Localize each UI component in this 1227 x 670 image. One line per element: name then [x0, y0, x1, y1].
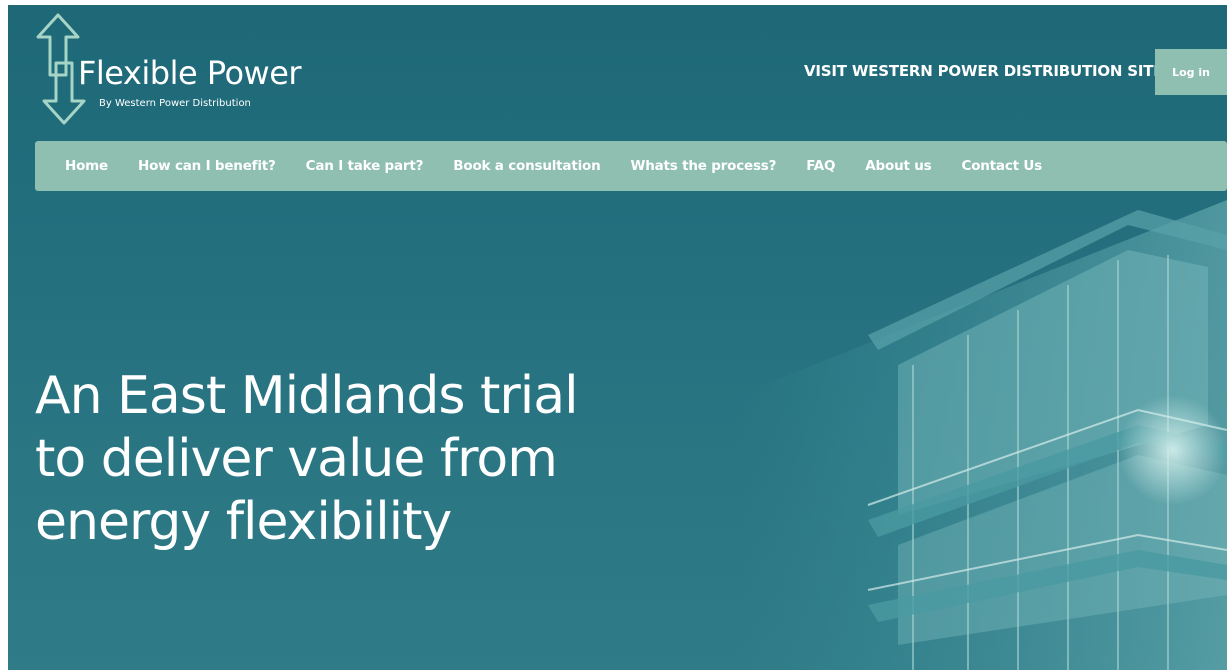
page: Flexible Power By Western Power Distribu…: [8, 5, 1227, 670]
nav-item-home[interactable]: Home: [65, 158, 108, 174]
nav-item-can-i-take-part[interactable]: Can I take part?: [306, 158, 424, 174]
hero-heading: An East Midlands trial to deliver value …: [35, 365, 735, 554]
hero-line: An East Midlands trial: [35, 366, 579, 426]
nav-item-faq[interactable]: FAQ: [806, 158, 835, 174]
nav-item-about-us[interactable]: About us: [865, 158, 931, 174]
nav-item-contact-us[interactable]: Contact Us: [961, 158, 1042, 174]
main-navigation: Home How can I benefit? Can I take part?…: [35, 141, 1227, 191]
nav-item-how-can-i-benefit[interactable]: How can I benefit?: [138, 158, 276, 174]
login-button[interactable]: Log in: [1155, 49, 1227, 95]
logo[interactable]: Flexible Power By Western Power Distribu…: [36, 13, 336, 125]
visit-wpd-site-link[interactable]: VISIT WESTERN POWER DISTRIBUTION SITE: [804, 62, 1164, 80]
hero-line: energy flexibility: [35, 492, 452, 552]
brand-subtitle: By Western Power Distribution: [99, 98, 251, 109]
nav-item-whats-the-process[interactable]: Whats the process?: [631, 158, 777, 174]
brand-title: Flexible Power: [78, 54, 302, 92]
nav-item-book-consultation[interactable]: Book a consultation: [453, 158, 600, 174]
hero-line: to deliver value from: [35, 429, 558, 489]
